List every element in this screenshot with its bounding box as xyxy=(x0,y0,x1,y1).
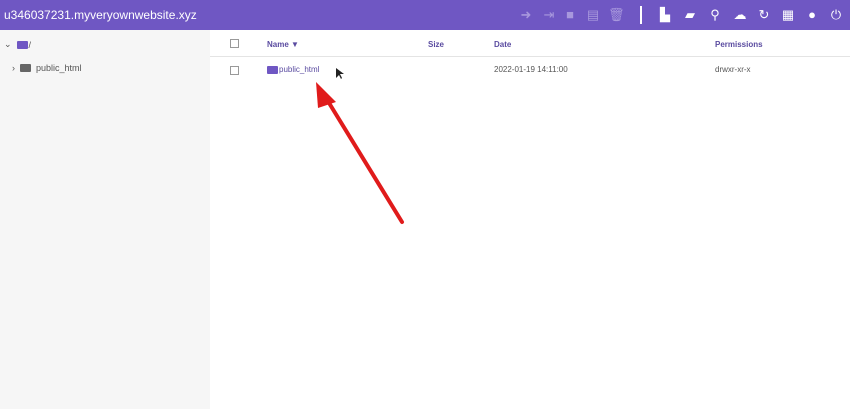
annotation-arrow xyxy=(316,68,404,224)
mouse-cursor-icon xyxy=(336,68,344,79)
